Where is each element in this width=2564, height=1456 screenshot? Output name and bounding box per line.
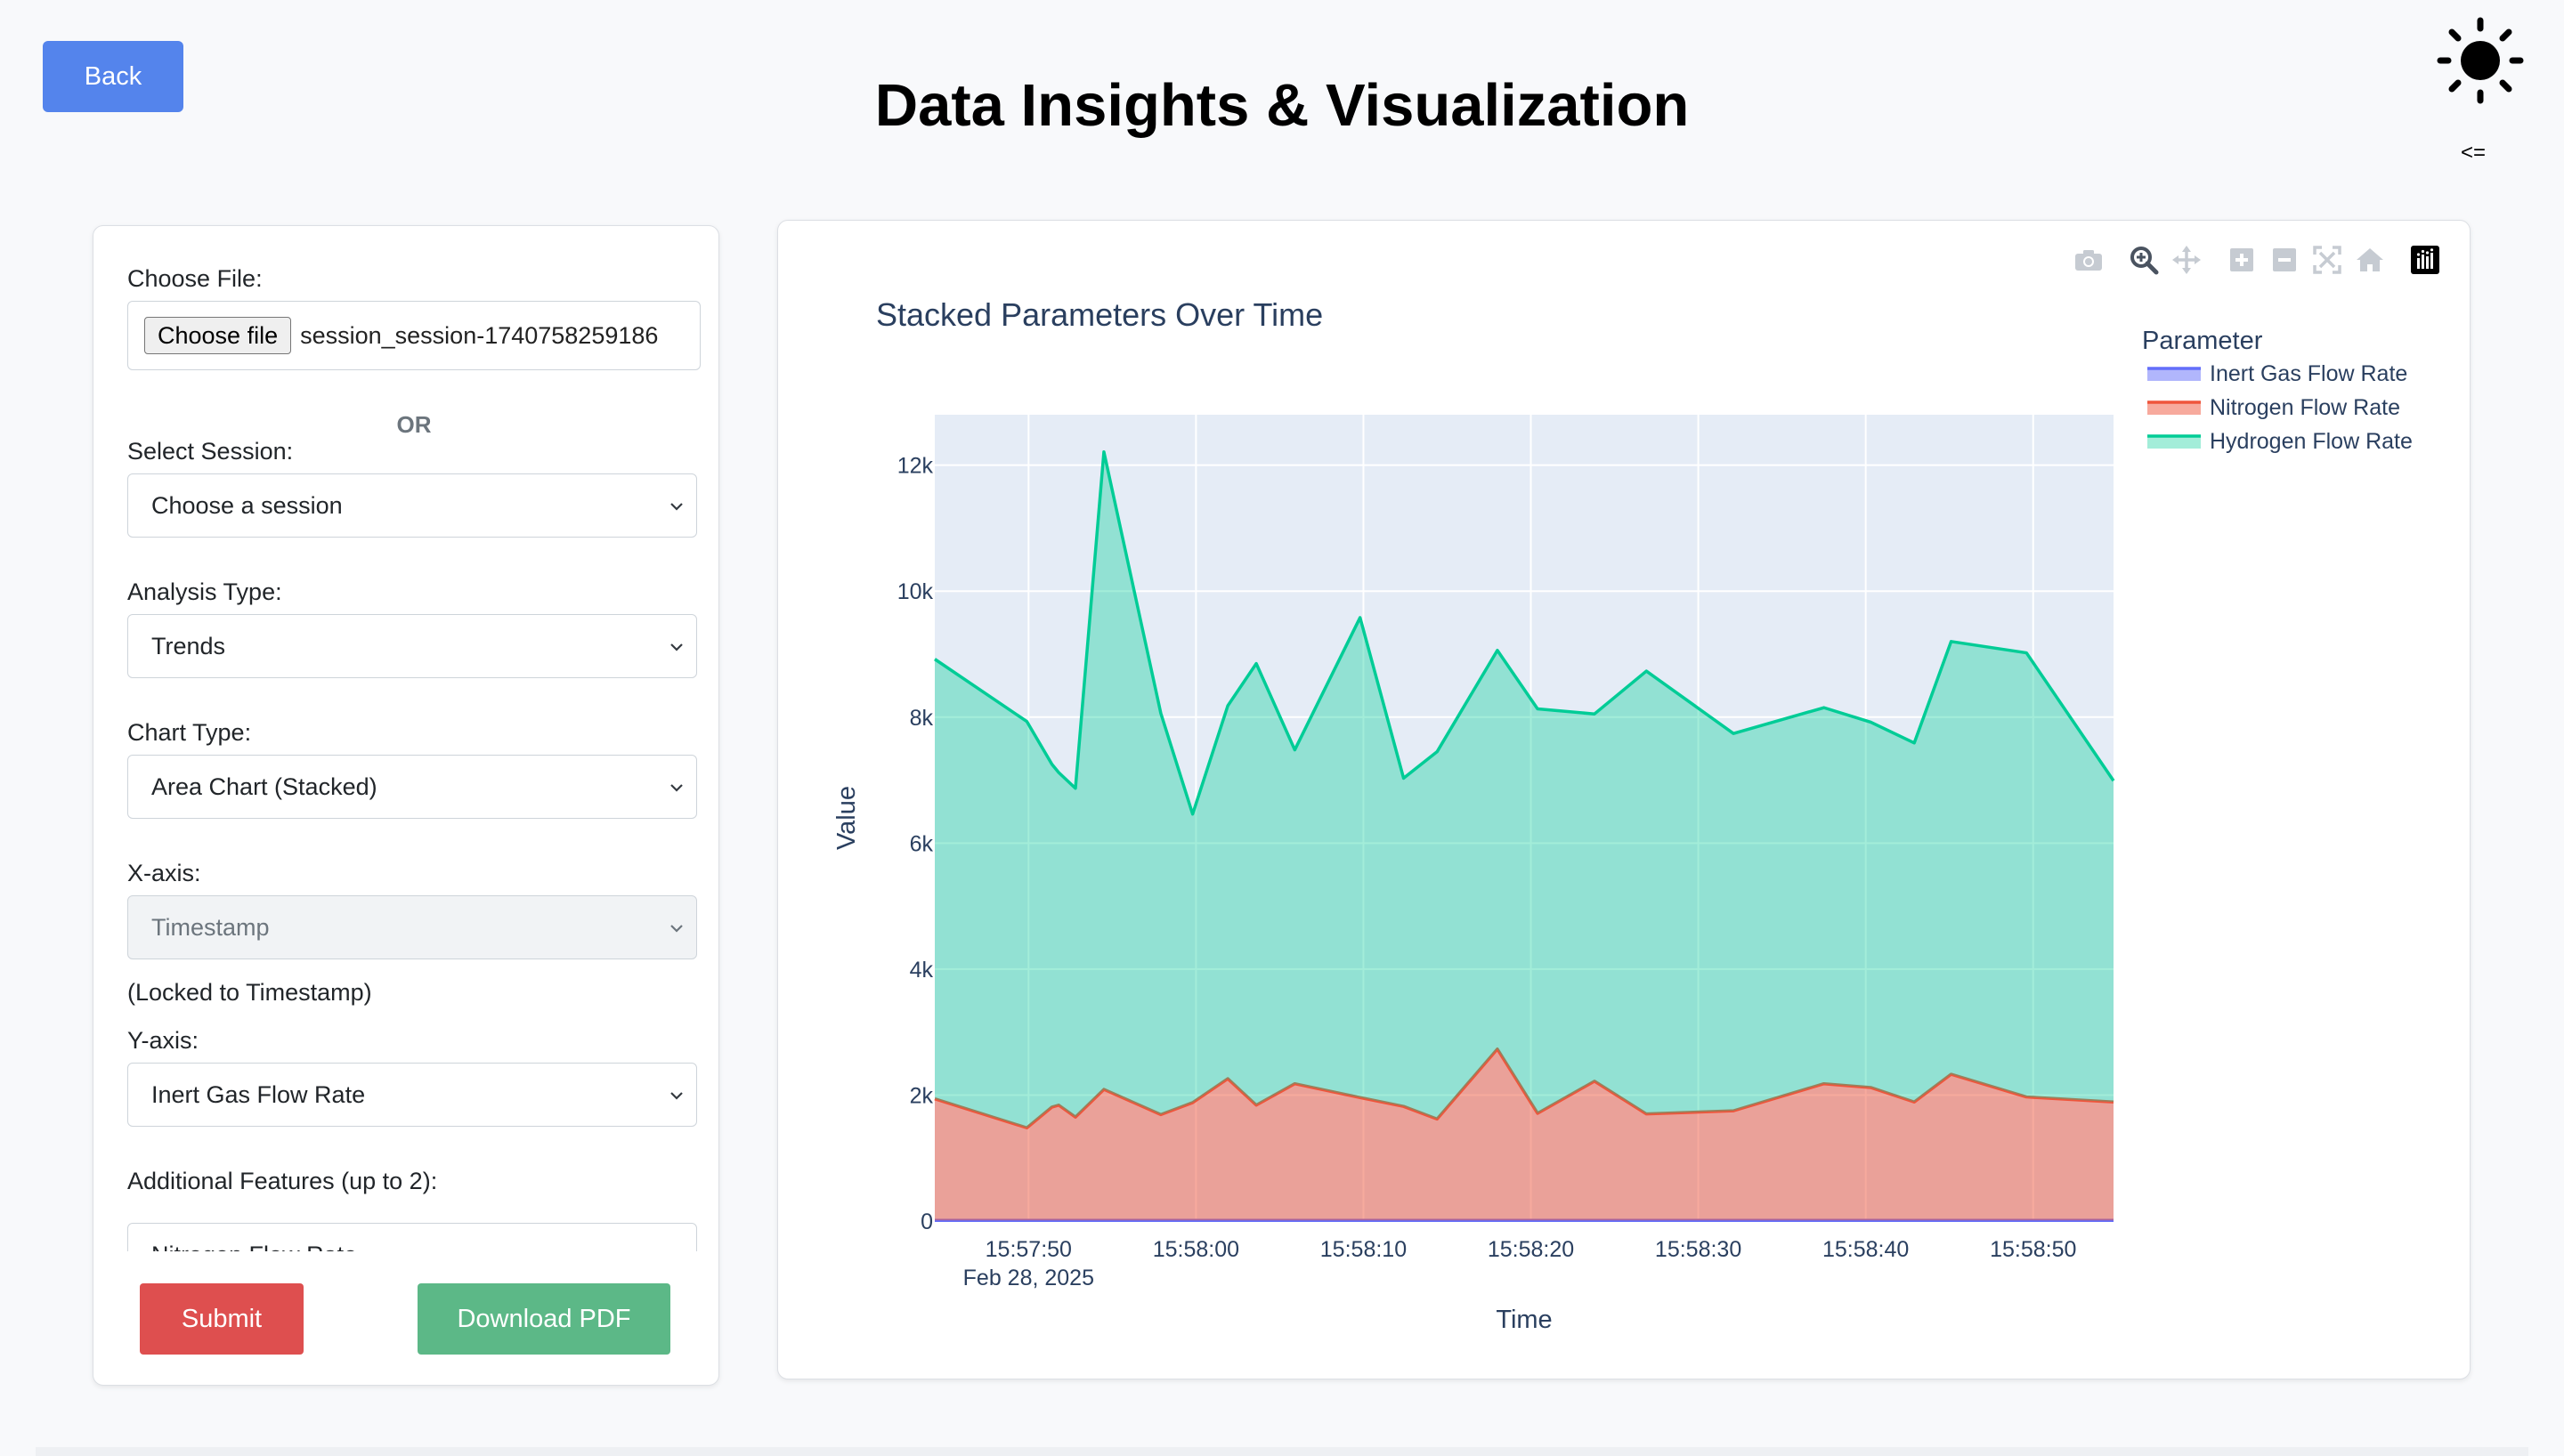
y-tick-label: 0 <box>921 1209 933 1234</box>
camera-icon[interactable] <box>2067 242 2110 278</box>
chart-card: Stacked Parameters Over Time 0 2k 4k 6k 8k 10… <box>777 220 2471 1379</box>
x-tick-label: 15:58:40 <box>1822 1237 1909 1262</box>
legend-swatch-nitrogen-flow-rate <box>2147 402 2201 415</box>
zoom-out-icon[interactable] <box>2263 242 2306 278</box>
chart-type-select-value: Area Chart (Stacked) <box>151 772 377 800</box>
chart-title: Stacked Parameters Over Time <box>876 296 1323 333</box>
x-tick-label: 15:58:20 <box>1488 1237 1574 1262</box>
chevron-down-icon <box>670 1092 683 1100</box>
collapse-toggle[interactable]: <= <box>2461 141 2486 166</box>
file-label: Choose File: <box>127 265 263 292</box>
y-tick-label: 8k <box>910 706 934 731</box>
additional-features-label: Additional Features (up to 2): <box>127 1168 438 1194</box>
control-panel: Choose File: Choose file session_session… <box>93 225 719 1386</box>
x-tick-label: 15:58:10 <box>1320 1237 1407 1262</box>
chevron-down-icon <box>670 643 683 651</box>
x-tick-label: 15:58:00 <box>1153 1237 1239 1262</box>
chevron-down-icon <box>668 1247 686 1251</box>
y-tick-label: 4k <box>910 958 934 983</box>
file-input[interactable]: Choose file session_session-174075825918… <box>127 301 701 370</box>
choose-file-button[interactable]: Choose file <box>144 317 292 354</box>
x-axis-title: Time <box>1496 1306 1552 1334</box>
plotly-logo-icon[interactable] <box>2404 242 2446 278</box>
legend-label-hydrogen-flow-rate[interactable]: Hydrogen Flow Rate <box>2210 429 2413 454</box>
sun-icon[interactable] <box>2436 16 2525 105</box>
chart-type-select[interactable]: Area Chart (Stacked) <box>127 755 697 819</box>
analysis-select[interactable]: Trends <box>127 614 697 678</box>
x-tick-label: 15:57:50 <box>986 1237 1072 1262</box>
yaxis-label: Y-axis: <box>127 1027 199 1054</box>
chart-legend: Parameter Inert Gas Flow Rate Nitrogen Fl… <box>2142 327 2413 454</box>
y-tick-label: 12k <box>897 454 934 479</box>
session-label: Select Session: <box>127 438 294 465</box>
yaxis-select[interactable]: Inert Gas Flow Rate <box>127 1063 697 1127</box>
x-tick-label: 15:58:50 <box>1990 1237 2076 1262</box>
zoom-icon[interactable] <box>2122 242 2165 278</box>
x-tick-label: 15:58:30 <box>1655 1237 1741 1262</box>
xaxis-select: Timestamp <box>127 895 697 959</box>
zoom-in-icon[interactable] <box>2220 242 2263 278</box>
y-tick-label: 6k <box>910 831 934 856</box>
autoscale-icon[interactable] <box>2306 242 2349 278</box>
page-title: Data Insights & Visualization <box>874 72 1690 139</box>
analysis-select-value: Trends <box>151 632 226 659</box>
y-tick-label: 10k <box>897 579 934 604</box>
pan-icon[interactable] <box>2165 242 2208 278</box>
session-select-value: Choose a session <box>151 491 343 519</box>
chart-modebar <box>2067 242 2446 278</box>
stacked-area-chart[interactable]: Stacked Parameters Over Time 0 2k 4k 6k 8k 10… <box>778 221 2470 1378</box>
chart-type-label: Chart Type: <box>127 719 252 746</box>
additional-features-select[interactable]: Nitrogen Flow Rate <box>127 1223 697 1251</box>
xaxis-select-value: Timestamp <box>151 913 270 941</box>
session-select[interactable]: Choose a session <box>127 473 697 538</box>
xaxis-label: X-axis: <box>127 860 201 886</box>
legend-label-inert-gas-flow-rate[interactable]: Inert Gas Flow Rate <box>2210 361 2407 386</box>
legend-label-nitrogen-flow-rate[interactable]: Nitrogen Flow Rate <box>2210 395 2400 420</box>
chevron-down-icon <box>670 503 683 511</box>
legend-title: Parameter <box>2142 327 2263 355</box>
or-divider: OR <box>396 411 432 438</box>
chevron-down-icon <box>670 925 683 933</box>
legend-swatch-inert-gas-flow-rate <box>2147 368 2201 381</box>
xaxis-note: (Locked to Timestamp) <box>127 979 372 1006</box>
yaxis-select-value: Inert Gas Flow Rate <box>151 1080 366 1108</box>
chevron-down-icon <box>670 784 683 792</box>
submit-button[interactable]: Submit <box>140 1283 304 1355</box>
reset-axes-icon[interactable] <box>2349 242 2391 278</box>
legend-swatch-hydrogen-flow-rate <box>2147 436 2201 449</box>
analysis-label: Analysis Type: <box>127 578 282 605</box>
y-axis-title: Value <box>832 786 861 850</box>
additional-features-select-value: Nitrogen Flow Rate <box>151 1242 357 1252</box>
x-tick-date-label: Feb 28, 2025 <box>963 1266 1094 1290</box>
download-pdf-button[interactable]: Download PDF <box>418 1283 670 1355</box>
file-name: session_session-1740758259186 <box>300 321 659 349</box>
page-footer-strip <box>36 1447 2528 1456</box>
control-panel-scroll[interactable]: Choose File: Choose file session_session… <box>127 226 701 1251</box>
y-tick-label: 2k <box>910 1083 934 1108</box>
